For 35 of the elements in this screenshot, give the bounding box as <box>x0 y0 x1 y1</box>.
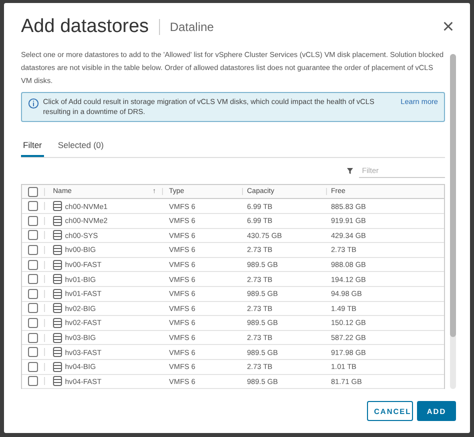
row-checkbox[interactable] <box>28 376 38 386</box>
row-checkbox[interactable] <box>28 332 38 343</box>
database-icon <box>53 332 62 343</box>
database-icon <box>53 274 62 284</box>
row-checkbox[interactable] <box>28 318 38 328</box>
database-icon <box>53 230 62 240</box>
row-checkbox[interactable] <box>28 274 38 284</box>
dialog-title: Add datastores <box>21 16 149 38</box>
row-checkbox[interactable] <box>28 260 38 270</box>
tab[interactable]: Filter <box>21 140 44 158</box>
database-icon <box>53 244 62 255</box>
row-checkbox[interactable] <box>28 347 38 358</box>
database-icon <box>53 260 62 270</box>
database-icon <box>53 376 62 386</box>
scroll-bar[interactable] <box>450 54 456 389</box>
row-checkbox[interactable] <box>28 216 38 226</box>
database-icon <box>53 288 62 299</box>
database-icon <box>53 303 62 314</box>
row-checkbox[interactable] <box>28 230 38 240</box>
row-checkbox[interactable] <box>28 362 38 372</box>
filter-icon <box>347 168 353 174</box>
database-icon <box>53 318 62 328</box>
database-icon <box>53 362 62 372</box>
close-button[interactable]: × <box>440 17 456 37</box>
database-icon <box>53 347 62 358</box>
select-all-checkbox[interactable] <box>28 186 38 197</box>
row-checkbox[interactable] <box>28 244 38 255</box>
row-checkbox[interactable] <box>28 201 38 212</box>
tab[interactable]: Selected (0) <box>56 140 106 158</box>
row-checkbox[interactable] <box>28 288 38 299</box>
database-icon <box>53 216 62 226</box>
row-checkbox[interactable] <box>28 303 38 314</box>
info-icon <box>28 98 39 110</box>
database-icon <box>53 201 62 212</box>
dialog-subtitle: Dataline <box>170 20 215 34</box>
